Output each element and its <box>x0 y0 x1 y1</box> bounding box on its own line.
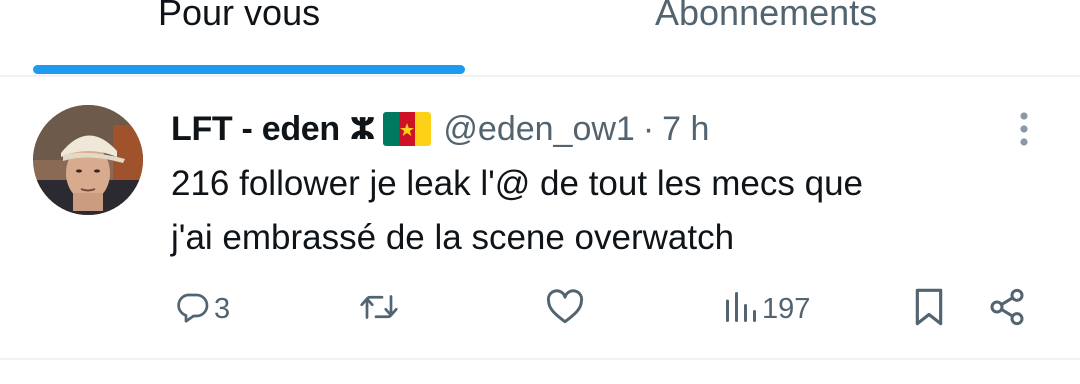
reply-count: 3 <box>214 292 231 325</box>
retweet-icon <box>358 289 400 330</box>
tweet-actions: 3 197 <box>0 287 1080 331</box>
tab-following[interactable]: Abonnements <box>655 0 877 38</box>
tweet-text-line: j'ai embrassé de la scene overwatch <box>171 218 735 257</box>
amazigh-symbol: ⵣ <box>349 112 376 146</box>
views-button[interactable]: 197 <box>724 287 810 331</box>
cameroon-flag-icon <box>383 112 432 146</box>
display-name[interactable]: LFT - eden <box>171 110 340 149</box>
views-icon <box>724 289 758 330</box>
tweet-text-line: 216 follower je leak l'@ de tout les mec… <box>171 164 864 203</box>
reply-icon <box>174 289 210 330</box>
share-button[interactable] <box>987 287 1027 331</box>
tab-for-you[interactable]: Pour vous <box>158 0 320 38</box>
views-count: 197 <box>762 292 811 325</box>
retweet-button[interactable] <box>358 287 400 331</box>
tweet-divider <box>0 358 1080 360</box>
share-icon <box>987 287 1027 332</box>
separator-dot: · <box>642 109 655 148</box>
tweet-header: LFT - eden ⵣ @eden_ow1 · 7 h <box>171 107 709 151</box>
heart-icon <box>545 288 585 330</box>
avatar[interactable] <box>33 105 143 215</box>
more-vertical-icon[interactable] <box>1013 111 1035 147</box>
tweet-text: 216 follower je leak l'@ de tout les mec… <box>171 157 1041 265</box>
active-tab-indicator <box>33 65 465 74</box>
timeline-tabs: Pour vous Abonnements <box>0 0 1080 77</box>
bookmark-button[interactable] <box>912 287 946 331</box>
timestamp[interactable]: 7 h <box>662 110 709 149</box>
bookmark-icon <box>912 287 946 332</box>
like-button[interactable] <box>545 287 585 331</box>
user-handle[interactable]: @eden_ow1 <box>443 110 634 149</box>
reply-button[interactable]: 3 <box>174 287 230 331</box>
tweet[interactable]: LFT - eden ⵣ @eden_ow1 · 7 h 216 followe… <box>0 77 1080 359</box>
